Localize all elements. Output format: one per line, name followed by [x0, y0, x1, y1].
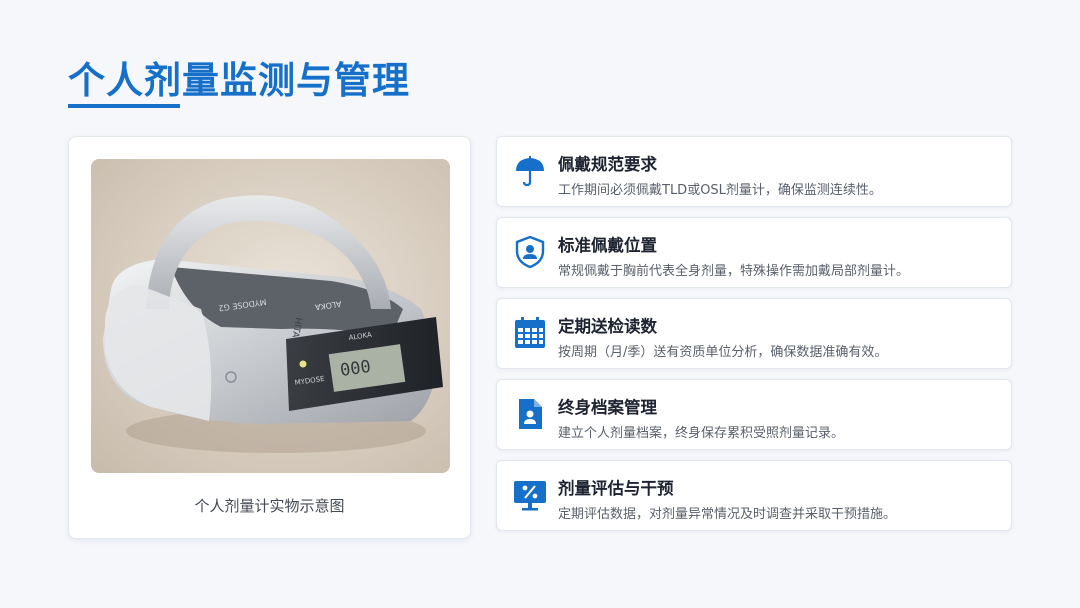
- card-description: 定期评估数据，对剂量异常情况及时调查并采取干预措施。: [558, 507, 897, 522]
- inspection-card: 定期送检读数 按周期（月/季）送有资质单位分析，确保数据准确有效。: [496, 298, 1012, 369]
- image-card: MYDOSE G2 ALOKA HITACHI ALOKA MYDOSE 000…: [68, 136, 471, 539]
- title-underline: [68, 104, 180, 108]
- umbrella-icon: [513, 154, 547, 188]
- shield-user-icon: [513, 235, 547, 269]
- card-description: 常规佩戴于胸前代表全身剂量，特殊操作需加戴局部剂量计。: [558, 264, 910, 279]
- device-display-readout: 000: [339, 357, 372, 381]
- card-description: 工作期间必须佩戴TLD或OSL剂量计，确保监测连续性。: [558, 183, 882, 198]
- dosimeter-illustration: MYDOSE G2 ALOKA HITACHI ALOKA MYDOSE 000: [103, 195, 443, 453]
- card-description: 按周期（月/季）送有资质单位分析，确保数据准确有效。: [558, 345, 888, 360]
- card-title: 终身档案管理: [558, 398, 657, 417]
- archive-card: 终身档案管理 建立个人剂量档案，终身保存累积受照剂量记录。: [496, 379, 1012, 450]
- file-user-icon: [513, 397, 547, 431]
- card-description: 建立个人剂量档案，终身保存累积受照剂量记录。: [558, 426, 845, 441]
- card-title: 佩戴规范要求: [558, 155, 657, 174]
- assessment-card: 剂量评估与干预 定期评估数据，对剂量异常情况及时调查并采取干预措施。: [496, 460, 1012, 531]
- card-title: 标准佩戴位置: [558, 236, 657, 255]
- page-title: 个人剂量监测与管理: [68, 59, 410, 102]
- requirement-card: 佩戴规范要求 工作期间必须佩戴TLD或OSL剂量计，确保监测连续性。: [496, 136, 1012, 207]
- position-card: 标准佩戴位置 常规佩戴于胸前代表全身剂量，特殊操作需加戴局部剂量计。: [496, 217, 1012, 288]
- card-title: 剂量评估与干预: [558, 479, 674, 498]
- dosimeter-photo: MYDOSE G2 ALOKA HITACHI ALOKA MYDOSE 000: [91, 159, 450, 473]
- calendar-icon: [513, 316, 547, 350]
- image-caption: 个人剂量计实物示意图: [194, 497, 345, 515]
- monitor-percent-icon: [513, 478, 547, 512]
- card-title: 定期送检读数: [558, 317, 657, 336]
